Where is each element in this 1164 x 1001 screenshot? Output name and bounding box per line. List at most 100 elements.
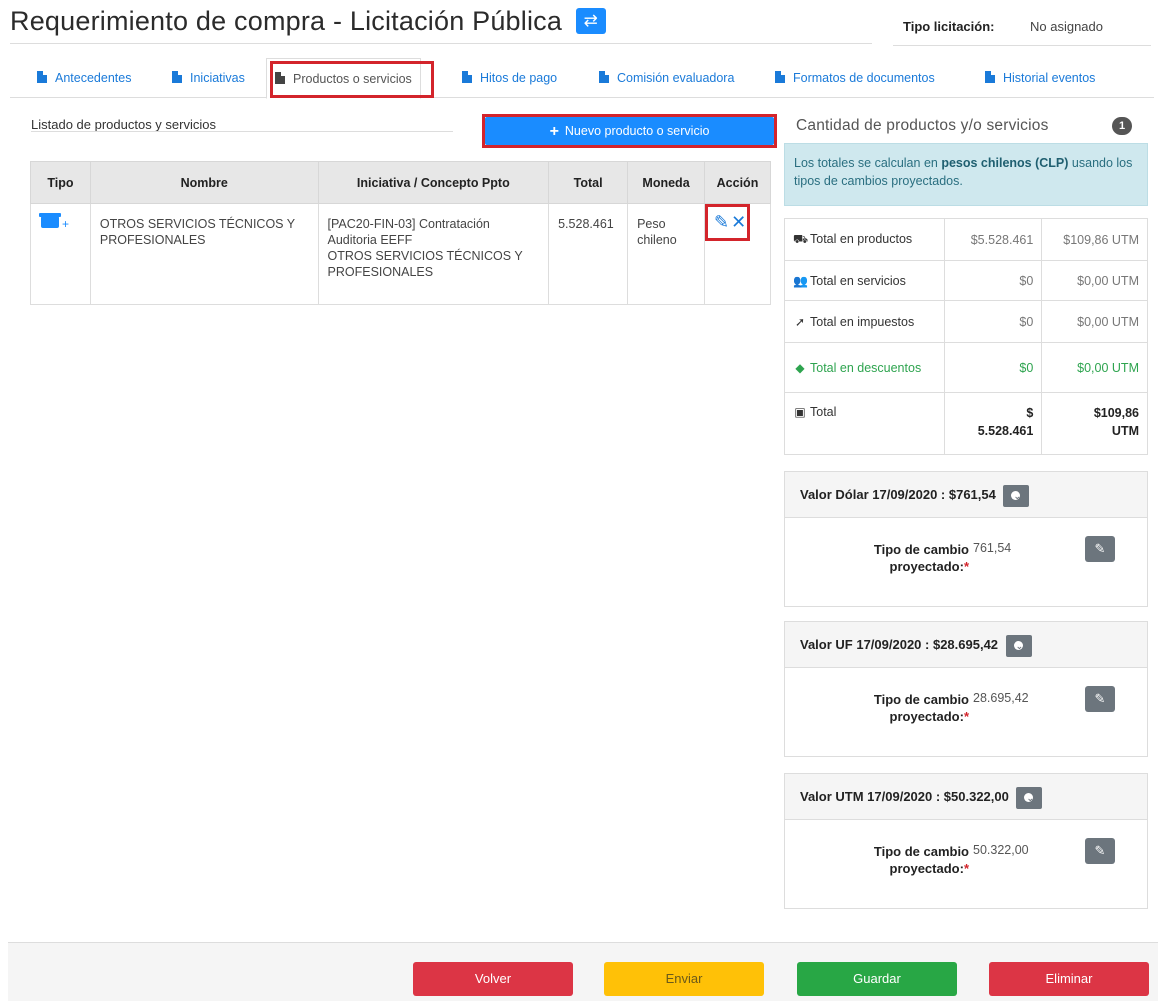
totals-label: 👥 Total en servicios xyxy=(783,260,946,301)
tab-label: Formatos de documentos xyxy=(793,71,935,85)
chevron-glyph: ⌄ xyxy=(1015,640,1024,651)
title-divider xyxy=(10,43,872,44)
tab-iniciativas[interactable]: Iniciativas xyxy=(172,58,245,98)
col-tipo: Tipo xyxy=(30,161,91,204)
totals-label: ◆ Total en descuentos xyxy=(783,342,946,393)
summary-title: Cantidad de productos y/o servicios xyxy=(796,117,1049,134)
edit-icon: ✎ xyxy=(1094,541,1106,556)
totals-clp: $ 5.528.461 xyxy=(944,392,1043,455)
count-badge: 1 xyxy=(1112,117,1132,135)
totals-label: ▣ Total xyxy=(783,392,946,455)
currency-header-text: Valor UTM 17/09/2020 : $50.322,00 xyxy=(800,789,1009,804)
totals-row-impuestos: ➚ Total en impuestos $0 $0,00 UTM xyxy=(783,300,1148,343)
exchange-label-line1: Tipo de cambio xyxy=(873,542,969,557)
total-utm-amount: $109,86 xyxy=(1093,406,1139,420)
eliminar-button[interactable]: Eliminar xyxy=(989,962,1149,996)
cell-moneda: Peso chileno xyxy=(627,203,705,305)
concepto-line: OTROS SERVICIOS TÉCNICOS Y PROFESIONALES xyxy=(327,249,523,279)
edit-button[interactable]: ✎ xyxy=(1085,536,1115,562)
col-iniciativa: Iniciativa / Concepto Ppto xyxy=(317,161,550,204)
document-icon xyxy=(599,71,609,83)
chevron-down-icon[interactable]: ⌄ xyxy=(1005,634,1032,657)
exchange-label-line1: Tipo de cambio xyxy=(873,692,969,707)
exchange-rate-label: Tipo de cambio proyectado:* xyxy=(825,843,969,877)
guardar-button[interactable]: Guardar xyxy=(797,962,957,996)
tab-formatos-documentos[interactable]: Formatos de documentos xyxy=(775,58,935,98)
people-icon: 👥 xyxy=(793,273,808,288)
exchange-label-line1: Tipo de cambio xyxy=(873,844,969,859)
edit-button[interactable]: ✎ xyxy=(1085,838,1115,864)
totals-row-servicios: 👥 Total en servicios $0 $0,00 UTM xyxy=(783,260,1148,301)
swap-icon: ⇄ xyxy=(583,11,598,30)
box-icon xyxy=(39,213,61,228)
tab-comision-evaluadora[interactable]: Comisión evaluadora xyxy=(599,58,734,98)
edit-button[interactable]: ✎ xyxy=(1085,686,1115,712)
totals-utm: $0,00 UTM xyxy=(1041,260,1148,301)
document-icon xyxy=(775,71,785,83)
tipo-divider xyxy=(893,45,1151,46)
page-title-text: Requerimiento de compra - Licitación Púb… xyxy=(10,6,563,36)
highlight-active-tab xyxy=(270,61,434,98)
edit-icon: ✎ xyxy=(1094,691,1106,706)
chevron-down-icon[interactable]: ⌄ xyxy=(1016,786,1043,809)
total-clp-symbol: $ xyxy=(1026,406,1034,420)
exchange-rate-value: 50.322,00 xyxy=(973,843,1029,857)
total-utm-unit: UTM xyxy=(1111,424,1139,438)
table-header-row: Tipo Nombre Iniciativa / Concepto Ppto T… xyxy=(30,161,771,204)
currency-header-text: Valor UF 17/09/2020 : $28.695,42 xyxy=(800,637,999,652)
exchange-rate-value: 28.695,42 xyxy=(973,691,1029,705)
products-section-title: Listado de productos y servicios xyxy=(31,117,216,132)
info-text-bold: pesos chilenos (CLP) xyxy=(941,156,1069,170)
exchange-label-line2: proyectado: xyxy=(889,861,964,876)
totals-label-text: Total xyxy=(810,405,837,419)
col-accion: Acción xyxy=(704,161,771,204)
totals-row-descuentos: ◆ Total en descuentos $0 $0,00 UTM xyxy=(783,342,1148,393)
currency-header: Valor UF 17/09/2020 : $28.695,42 ⌄ xyxy=(785,622,1147,668)
page-header: Requerimiento de compra - Licitación Púb… xyxy=(0,0,1164,50)
col-total: Total xyxy=(548,161,629,204)
swap-button[interactable]: ⇄ xyxy=(575,8,606,34)
totals-label-text: Total en descuentos xyxy=(810,360,922,375)
exchange-rate-value: 761,54 xyxy=(973,541,1012,555)
volver-button[interactable]: Volver xyxy=(413,962,573,996)
totals-label-text: Total en productos xyxy=(810,231,913,246)
tab-hitos-pago[interactable]: Hitos de pago xyxy=(462,58,557,98)
totals-clp: $0 xyxy=(944,300,1043,343)
chevron-glyph: ⌄ xyxy=(1013,490,1022,501)
totals-utm: $0,00 UTM xyxy=(1041,342,1148,393)
totals-label: ➚ Total en impuestos xyxy=(783,300,946,343)
tab-label: Comisión evaluadora xyxy=(617,71,735,85)
tab-label: Antecedentes xyxy=(55,71,132,85)
totals-label-text: Total en servicios xyxy=(810,273,906,288)
totals-label-text: Total en impuestos xyxy=(810,314,915,329)
page-title: Requerimiento de compra - Licitación Púb… xyxy=(10,6,606,37)
currency-header: Valor Dólar 17/09/2020 : $761,54 ⌄ xyxy=(785,472,1147,518)
document-icon xyxy=(37,71,47,83)
document-icon xyxy=(985,71,995,83)
iniciativa-line: [PAC20-FIN-03] Contratación Auditoria EE… xyxy=(327,217,490,247)
enviar-button[interactable]: Enviar xyxy=(604,962,764,996)
tab-historial-eventos[interactable]: Historial eventos xyxy=(985,58,1095,98)
totals-utm: $109,86 UTM xyxy=(1041,392,1148,455)
currency-panel-utm: Valor UTM 17/09/2020 : $50.322,00 ⌄ Tipo… xyxy=(784,773,1148,909)
tipo-licitacion-label: Tipo licitación: xyxy=(903,19,995,34)
totals-row-total: ▣ Total $ 5.528.461 $109,86 UTM xyxy=(783,392,1148,455)
footer-bar: Volver Enviar Guardar Eliminar xyxy=(8,942,1158,1001)
totals-table: ⛟ Total en productos $5.528.461 $109,86 U… xyxy=(783,218,1148,455)
chevron-glyph: ⌄ xyxy=(1026,792,1035,803)
currency-panel-dolar: Valor Dólar 17/09/2020 : $761,54 ⌄ Tipo … xyxy=(784,471,1148,607)
totals-row-productos: ⛟ Total en productos $5.528.461 $109,86 U… xyxy=(783,218,1148,261)
tab-label: Iniciativas xyxy=(190,71,245,85)
totals-utm: $0,00 UTM xyxy=(1041,300,1148,343)
currency-header: Valor UTM 17/09/2020 : $50.322,00 ⌄ xyxy=(785,774,1147,820)
currency-panel-uf: Valor UF 17/09/2020 : $28.695,42 ⌄ Tipo … xyxy=(784,621,1148,757)
tab-bar: Antecedentes Iniciativas Productos o ser… xyxy=(10,58,1154,99)
tipo-licitacion-value: No asignado xyxy=(1030,19,1103,34)
cell-tipo: + xyxy=(30,203,91,305)
section-divider xyxy=(31,131,453,132)
exchange-label-line2: proyectado: xyxy=(889,709,964,724)
tab-antecedentes[interactable]: Antecedentes xyxy=(37,58,131,98)
gavel-icon: ➚ xyxy=(794,314,806,329)
exchange-rate-label: Tipo de cambio proyectado:* xyxy=(825,691,969,725)
chevron-down-icon[interactable]: ⌄ xyxy=(1003,484,1030,507)
